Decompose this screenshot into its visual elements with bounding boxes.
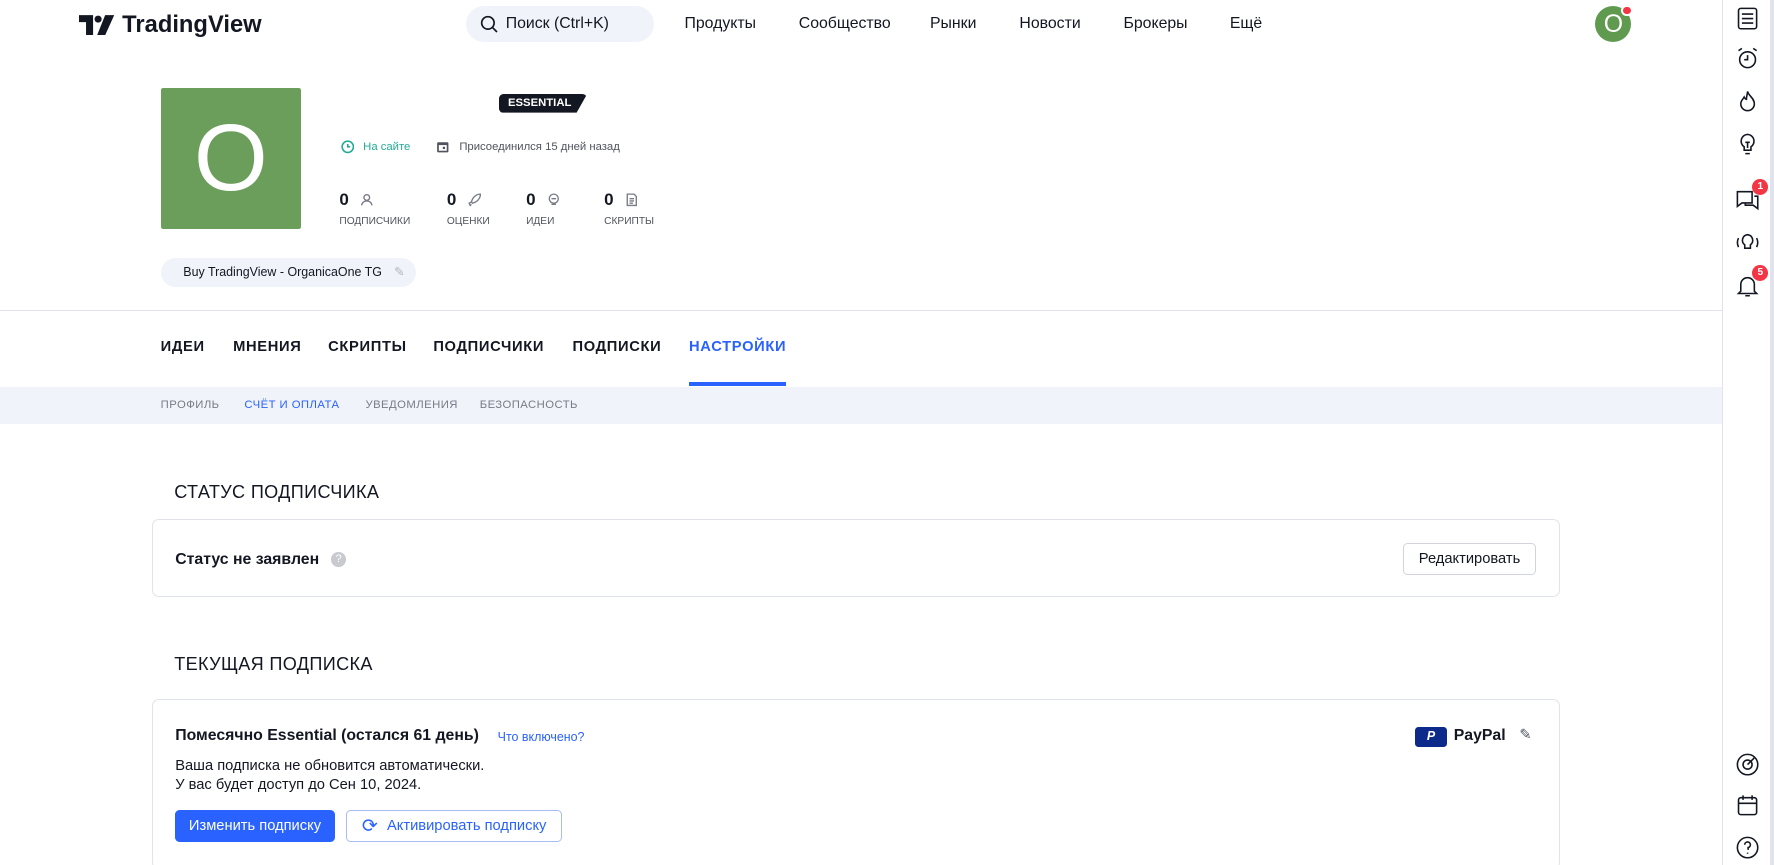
script-doc-icon bbox=[626, 193, 637, 207]
stat-ratings[interactable]: 0 ОЦЕНКИ bbox=[447, 190, 490, 227]
subtab-security[interactable]: БЕЗОПАСНОСТЬ bbox=[480, 399, 578, 411]
activate-subscription-button[interactable]: ⟳ Активировать подписку bbox=[346, 809, 563, 842]
activate-label: Активировать подписку bbox=[386, 817, 547, 834]
nav-community[interactable]: Сообщество bbox=[799, 15, 891, 33]
logo-text: TradingView bbox=[122, 11, 262, 39]
avatar-letter: O bbox=[1603, 9, 1624, 38]
status-card: Статус не заявлен ? Редактировать bbox=[151, 519, 1561, 598]
chat-icon[interactable]: 1 bbox=[1734, 178, 1769, 213]
edit-payment-pencil-icon[interactable]: ✎ bbox=[1519, 726, 1531, 743]
stat-label: ОЦЕНКИ bbox=[446, 215, 490, 227]
settings-subtabs: ПРОФИЛЬ СЧЁТ И ОПЛАТА УВЕДОМЛЕНИЯ БЕЗОПА… bbox=[0, 386, 1722, 425]
ideas-bulb-icon[interactable] bbox=[1734, 131, 1761, 158]
stat-value: 0 bbox=[339, 190, 349, 210]
stat-scripts[interactable]: 0 СКРИПТЫ bbox=[604, 190, 654, 227]
profile-avatar: O bbox=[160, 88, 301, 229]
help-icon[interactable]: ? bbox=[331, 551, 347, 567]
subscription-section-title: ТЕКУЩАЯ ПОДПИСКА bbox=[174, 653, 373, 674]
online-status: На сайте bbox=[340, 140, 411, 154]
access-until: У вас будет доступ до Сен 10, 2024. bbox=[175, 777, 422, 794]
stat-followers[interactable]: 0 ПОДПИСЧИКИ bbox=[339, 190, 410, 227]
subtab-notifications[interactable]: УВЕДОМЛЕНИЯ bbox=[365, 399, 457, 411]
stat-value: 0 bbox=[604, 190, 614, 210]
stat-label: СКРИПТЫ bbox=[604, 215, 655, 227]
nav-markets[interactable]: Рынки bbox=[930, 15, 976, 33]
clock-icon bbox=[340, 140, 354, 154]
nav-products[interactable]: Продукты bbox=[684, 15, 756, 33]
tab-settings[interactable]: НАСТРОЙКИ bbox=[689, 339, 786, 355]
plan-name: Помесячно Essential (остался 61 день) bbox=[175, 727, 479, 745]
divider bbox=[0, 310, 1722, 312]
joined-date: Присоединился 15 дней назад bbox=[436, 140, 620, 154]
stat-label: ПОДПИСЧИКИ bbox=[339, 215, 411, 227]
search-input[interactable]: Поиск (Ctrl+K) bbox=[466, 5, 654, 42]
joined-text: Присоединился 15 дней назад bbox=[459, 141, 620, 154]
streams-icon[interactable] bbox=[1734, 229, 1761, 256]
calendar-icon[interactable] bbox=[1734, 792, 1761, 819]
help-icon[interactable] bbox=[1734, 834, 1761, 861]
watchlist-icon[interactable] bbox=[1734, 5, 1761, 32]
tab-followers[interactable]: ПОДПИСЧИКИ bbox=[433, 339, 544, 355]
profile-link-chip[interactable]: Buy TradingView - OrganicaOne TG ✎ bbox=[160, 257, 416, 288]
plan-badge: ESSENTIAL bbox=[498, 93, 588, 113]
pulse-target-icon[interactable] bbox=[1734, 751, 1761, 778]
nav-more[interactable]: Ещё bbox=[1230, 15, 1262, 33]
rocket-icon bbox=[467, 193, 481, 207]
search-icon bbox=[480, 15, 498, 33]
person-icon bbox=[361, 194, 373, 206]
hotlist-flame-icon[interactable] bbox=[1734, 88, 1761, 115]
tab-opinions[interactable]: МНЕНИЯ bbox=[233, 339, 301, 355]
alarm-clock-icon[interactable] bbox=[1734, 45, 1761, 72]
active-tab-underline bbox=[689, 382, 787, 386]
payment-method: PayPal bbox=[1453, 727, 1506, 745]
status-text: Статус не заявлен bbox=[175, 550, 320, 568]
bulb-icon bbox=[548, 193, 559, 206]
paypal-logo-icon: P bbox=[1415, 727, 1447, 747]
subtab-billing[interactable]: СЧЁТ И ОПЛАТА bbox=[244, 399, 339, 411]
edit-status-button[interactable]: Редактировать bbox=[1402, 542, 1537, 575]
stat-ideas[interactable]: 0 ИДЕИ bbox=[526, 190, 560, 227]
user-avatar[interactable]: O bbox=[1595, 4, 1633, 42]
change-subscription-button[interactable]: Изменить подписку bbox=[175, 809, 335, 842]
right-toolbar: 1 5 bbox=[1721, 0, 1774, 865]
renewal-note: Ваша подписка не обновится автоматически… bbox=[175, 757, 485, 774]
nav-news[interactable]: Новости bbox=[1019, 15, 1080, 33]
stat-label: ИДЕИ bbox=[526, 215, 555, 227]
refresh-icon: ⟳ bbox=[361, 815, 378, 837]
notifications-bell-icon[interactable]: 5 bbox=[1734, 264, 1769, 299]
nav-brokers[interactable]: Брокеры bbox=[1123, 15, 1187, 33]
stat-value: 0 bbox=[446, 190, 457, 210]
chat-badge: 1 bbox=[1752, 178, 1769, 195]
online-text: На сайте bbox=[363, 141, 411, 154]
calendar-small-icon bbox=[436, 142, 449, 153]
notification-dot bbox=[1621, 4, 1633, 16]
alerts-badge: 5 bbox=[1752, 264, 1769, 281]
tab-ideas[interactable]: ИДЕИ bbox=[161, 339, 205, 355]
tv-logo-icon bbox=[79, 15, 115, 36]
status-section-title: СТАТУС ПОДПИСЧИКА bbox=[174, 481, 380, 502]
tradingview-logo[interactable]: TradingView bbox=[79, 11, 262, 39]
search-placeholder: Поиск (Ctrl+K) bbox=[505, 14, 609, 32]
subscription-card: Помесячно Essential (остался 61 день) Чт… bbox=[151, 699, 1561, 865]
pencil-icon[interactable]: ✎ bbox=[394, 258, 404, 287]
whats-included-link[interactable]: Что включено? bbox=[498, 730, 585, 744]
stat-value: 0 bbox=[526, 190, 536, 210]
tab-following[interactable]: ПОДПИСКИ bbox=[572, 339, 661, 355]
chip-text: Buy TradingView - OrganicaOne TG bbox=[183, 264, 382, 279]
subtab-profile[interactable]: ПРОФИЛЬ bbox=[161, 399, 220, 411]
tab-scripts[interactable]: СКРИПТЫ bbox=[328, 339, 407, 355]
